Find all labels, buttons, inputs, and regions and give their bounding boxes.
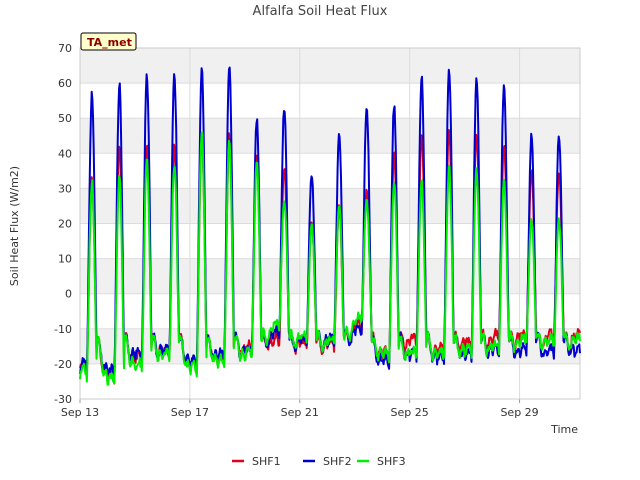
grid-band — [80, 48, 580, 84]
y-tick-label: 50 — [58, 112, 72, 125]
y-tick-label: -20 — [54, 358, 72, 371]
y-tick-label: 0 — [65, 288, 72, 301]
y-tick-label: 70 — [58, 42, 72, 55]
legend-item-shf1: SHF1 — [232, 455, 281, 468]
y-tick-label: 60 — [58, 77, 72, 90]
legend-item-shf3: SHF3 — [357, 455, 406, 468]
legend-label: SHF2 — [323, 455, 352, 468]
badge-text: TA_met — [87, 36, 132, 49]
legend: SHF1 SHF2 SHF3 — [232, 455, 406, 468]
y-tick-label: -10 — [54, 323, 72, 336]
chart-title: Alfalfa Soil Heat Flux — [253, 4, 388, 19]
y-tick-label: 20 — [58, 218, 72, 231]
chart: Alfalfa Soil Heat Flux Soil Heat Flux (W… — [8, 4, 581, 468]
x-tick-label: Sep 21 — [281, 406, 319, 419]
grid-band — [80, 258, 580, 294]
plot-area: -30 -20 -10 0 10 20 30 40 50 60 70 Sep 13 Sep 17 Sep … — [54, 42, 581, 419]
x-tick-label: Sep 29 — [500, 406, 538, 419]
ta-met-badge: TA_met — [80, 32, 137, 51]
y-tick-label: 40 — [58, 147, 72, 160]
y-tick-label: 10 — [58, 253, 72, 266]
legend-label: SHF3 — [377, 455, 406, 468]
y-tick-label: 30 — [58, 182, 72, 195]
legend-label: SHF1 — [252, 455, 281, 468]
x-tick-label: Sep 13 — [61, 406, 99, 419]
x-axis-label: Time — [550, 423, 578, 436]
legend-item-shf2: SHF2 — [303, 455, 352, 468]
x-tick-label: Sep 17 — [171, 406, 209, 419]
y-tick-label: -30 — [54, 393, 72, 406]
y-axis-label: Soil Heat Flux (W/m2) — [8, 166, 21, 286]
x-tick-label: Sep 25 — [391, 406, 429, 419]
